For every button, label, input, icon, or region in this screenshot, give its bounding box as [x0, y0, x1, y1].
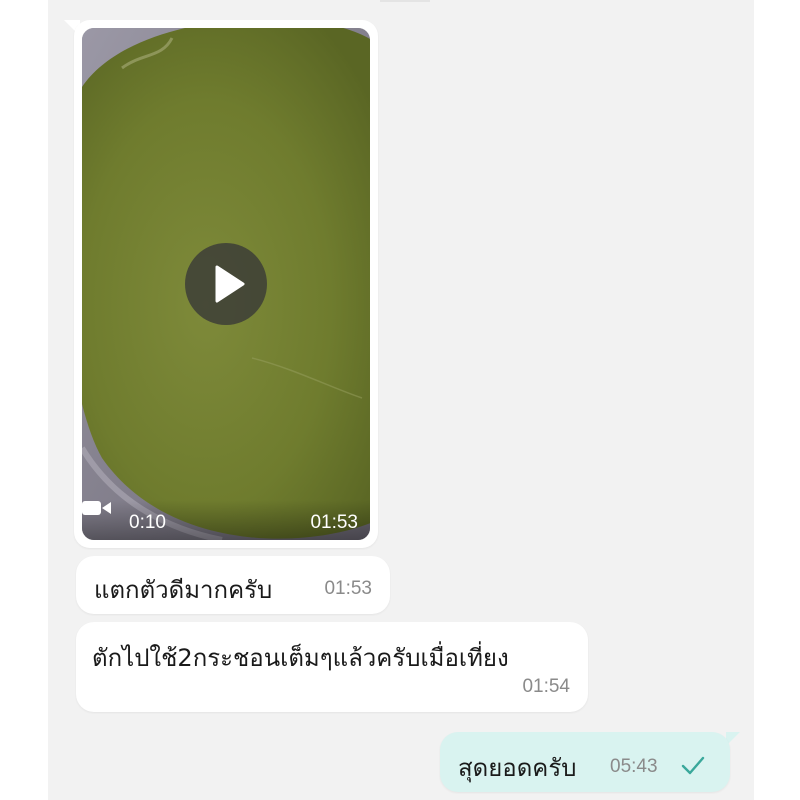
- message-time: 01:53: [310, 512, 358, 533]
- message-text: สุดยอดครับ: [458, 754, 577, 782]
- outgoing-message[interactable]: สุดยอดครับ 05:43: [440, 732, 730, 792]
- message-text: แตกตัวดีมากครับ: [94, 576, 273, 604]
- video-duration: 0:10: [129, 512, 166, 533]
- video-footer: 0:10 01:53: [82, 500, 370, 540]
- message-text: ตักไปใช้2กระชอนเต็มๆแล้วครับเมื่อเที่ยง: [92, 644, 509, 672]
- message-time: 01:53: [324, 578, 372, 599]
- play-icon: [215, 265, 245, 303]
- video-camera-icon: [82, 501, 111, 515]
- check-icon: [681, 756, 705, 775]
- video-message-bubble: 0:10 01:53: [74, 20, 378, 548]
- message-time: 05:43: [610, 756, 658, 777]
- incoming-message[interactable]: แตกตัวดีมากครับ 01:53: [76, 556, 390, 614]
- divider: [380, 0, 430, 2]
- video-thumbnail[interactable]: 0:10 01:53: [82, 28, 370, 540]
- message-time: 01:54: [522, 676, 570, 697]
- play-button[interactable]: [185, 243, 267, 325]
- incoming-message[interactable]: ตักไปใช้2กระชอนเต็มๆแล้วครับเมื่อเที่ยง …: [76, 622, 588, 712]
